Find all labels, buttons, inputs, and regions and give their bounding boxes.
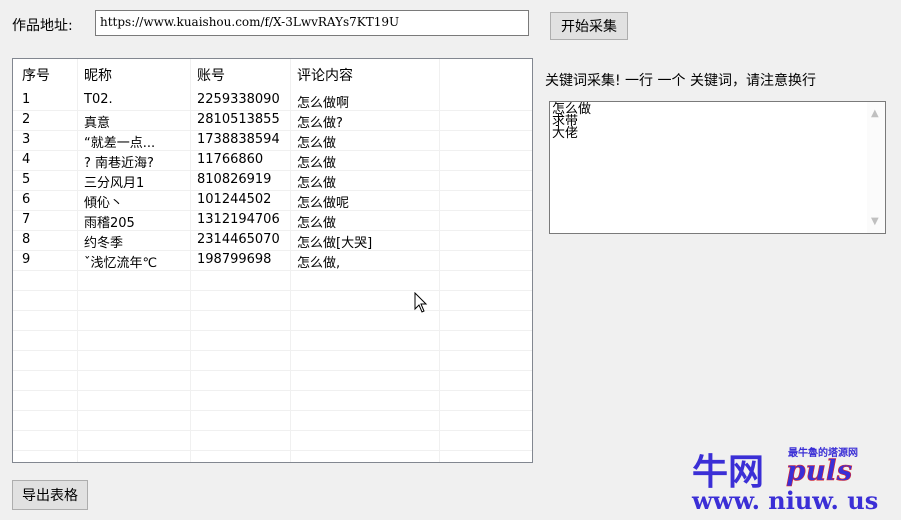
cell-nickname: 约冬季 xyxy=(84,236,124,251)
table-row xyxy=(13,370,532,391)
cell-index: 1 xyxy=(22,92,31,107)
table-row xyxy=(13,330,532,351)
cell-comment: 怎么做呢 xyxy=(297,196,350,211)
cell-account: 1738838594 xyxy=(197,132,280,147)
cell-comment: 怎么做 xyxy=(297,136,337,151)
table-row xyxy=(13,270,532,291)
comment-table[interactable]: 序号 昵称 账号 评论内容 1 T02. 2259338090 怎么做啊 2 真意 2810… xyxy=(12,58,533,463)
cell-comment: 怎么做啊 xyxy=(297,96,350,111)
table-row[interactable]: 3 “就差一点... 1738838594 怎么做 xyxy=(13,130,532,151)
scroll-down-icon[interactable]: ▼ xyxy=(871,216,879,227)
mouse-cursor-icon xyxy=(414,292,428,313)
keyword-instruction: 关键词采集! 一行 一个 关键词，请注意换行 xyxy=(545,73,816,89)
cell-nickname: 傾伈丶 xyxy=(84,196,124,211)
cell-nickname: 三分风月1 xyxy=(84,176,145,191)
table-header: 序号 昵称 账号 评论内容 xyxy=(13,59,532,89)
cell-index: 9 xyxy=(22,252,31,267)
cell-account: 101244502 xyxy=(197,192,272,207)
url-label: 作品地址: xyxy=(12,18,73,34)
table-row[interactable]: 8 约冬季 2314465070 怎么做[大哭] xyxy=(13,230,532,251)
cell-nickname: T02. xyxy=(84,92,113,107)
table-row[interactable]: 4 ? 南巷近海? 11766860 怎么做 xyxy=(13,150,532,171)
watermark-url: www. niuw. us xyxy=(691,486,878,515)
keyword-text: 怎么做 求带 大佬 xyxy=(552,102,592,141)
table-row xyxy=(13,410,532,431)
table-row xyxy=(13,430,532,451)
cell-comment: 怎么做, xyxy=(297,256,341,271)
cell-comment: 怎么做[大哭] xyxy=(297,236,373,251)
keyword-textarea[interactable]: 怎么做 求带 大佬 ▲ ▼ xyxy=(549,101,886,234)
table-row[interactable]: 7 雨稽205 1312194706 怎么做 xyxy=(13,210,532,231)
export-table-button[interactable]: 导出表格 xyxy=(12,480,88,510)
cell-comment: 怎么做? xyxy=(297,116,343,131)
header-index[interactable]: 序号 xyxy=(22,65,50,85)
header-nickname[interactable]: 昵称 xyxy=(84,65,112,85)
table-row[interactable]: 1 T02. 2259338090 怎么做啊 xyxy=(13,90,532,111)
cell-index: 4 xyxy=(22,152,31,167)
cell-comment: 怎么做 xyxy=(297,176,337,191)
table-row[interactable]: 9 ˇ浅忆流年℃ 198799698 怎么做, xyxy=(13,250,532,271)
scroll-up-icon[interactable]: ▲ xyxy=(871,108,879,119)
header-comment[interactable]: 评论内容 xyxy=(297,65,353,85)
cell-index: 8 xyxy=(22,232,31,247)
cell-account: 198799698 xyxy=(197,252,272,267)
cell-account: 2314465070 xyxy=(197,232,280,247)
table-row[interactable]: 6 傾伈丶 101244502 怎么做呢 xyxy=(13,190,532,211)
table-row xyxy=(13,350,532,371)
table-row[interactable]: 5 三分风月1 810826919 怎么做 xyxy=(13,170,532,191)
url-input[interactable]: https://www.kuaishou.com/f/X-3LwvRAYs7KT… xyxy=(95,10,529,36)
cell-nickname: 真意 xyxy=(84,116,111,131)
cell-index: 3 xyxy=(22,132,31,147)
cell-index: 7 xyxy=(22,212,31,227)
watermark-brand-latin: puls xyxy=(786,454,853,487)
table-row xyxy=(13,390,532,411)
cell-index: 2 xyxy=(22,112,31,127)
cell-account: 810826919 xyxy=(197,172,272,187)
cell-comment: 怎么做 xyxy=(297,156,337,171)
cell-account: 2259338090 xyxy=(197,92,280,107)
keyword-scrollbar[interactable]: ▲ ▼ xyxy=(867,102,885,233)
niuwang-watermark-logo: 最牛魯的塔源网 牛网 puls www. niuw. us xyxy=(691,446,878,515)
cell-account: 1312194706 xyxy=(197,212,280,227)
start-collect-button[interactable]: 开始采集 xyxy=(550,12,628,40)
table-row xyxy=(13,310,532,331)
cell-nickname: “就差一点... xyxy=(84,136,156,151)
cell-nickname: ? 南巷近海? xyxy=(84,156,154,171)
cell-nickname: 雨稽205 xyxy=(84,216,135,231)
cell-account: 11766860 xyxy=(197,152,264,167)
cell-comment: 怎么做 xyxy=(297,216,337,231)
cell-index: 5 xyxy=(22,172,31,187)
header-account[interactable]: 账号 xyxy=(197,65,225,85)
table-row xyxy=(13,290,532,311)
cell-index: 6 xyxy=(22,192,31,207)
cell-nickname: ˇ浅忆流年℃ xyxy=(84,256,158,271)
cell-account: 2810513855 xyxy=(197,112,280,127)
table-row[interactable]: 2 真意 2810513855 怎么做? xyxy=(13,110,532,131)
